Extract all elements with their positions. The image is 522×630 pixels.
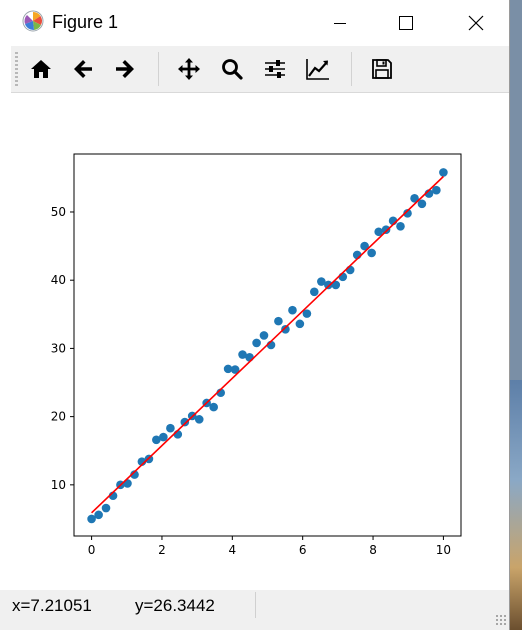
cursor-x-readout: x=7.21051: [12, 596, 92, 615]
toolbar-grip[interactable]: [15, 52, 18, 86]
data-point: [309, 287, 319, 297]
home-button[interactable]: [25, 53, 57, 85]
forward-arrow-icon: [116, 60, 134, 78]
data-point: [252, 338, 261, 348]
x-tick-label: 0: [88, 543, 96, 557]
data-point: [259, 331, 269, 340]
back-button[interactable]: [67, 53, 99, 85]
resize-grip[interactable]: [495, 614, 507, 626]
y-tick-label: 10: [51, 478, 66, 492]
data-point: [439, 168, 448, 177]
y-tick-label: 30: [51, 341, 66, 355]
title-bar[interactable]: Figure 1: [0, 0, 509, 46]
zoom-icon: [222, 59, 243, 80]
x-tick-label: 4: [228, 543, 236, 557]
matplotlib-icon: [22, 10, 44, 32]
data-point: [101, 503, 111, 513]
data-point: [396, 222, 405, 231]
maximize-button[interactable]: [383, 0, 429, 46]
data-point: [209, 402, 218, 412]
data-point: [367, 248, 376, 258]
data-point: [159, 432, 168, 442]
back-arrow-icon: [74, 60, 92, 78]
edit-curve-icon: [306, 59, 329, 80]
y-tick-label: 20: [51, 410, 66, 424]
pan-icon: [178, 58, 200, 80]
toolbar-separator: [351, 52, 352, 86]
customize-button[interactable]: [302, 53, 334, 85]
data-point: [345, 265, 355, 275]
pan-button[interactable]: [173, 53, 205, 85]
data-point: [194, 415, 204, 424]
save-button[interactable]: [366, 53, 398, 85]
status-separator: [255, 592, 256, 618]
x-tick-label: 10: [436, 543, 451, 557]
cursor-y-readout: y=26.3442: [135, 596, 215, 615]
scatter-plot[interactable]: 0 2 4 6 8 10 10 20 30 40 50: [11, 93, 509, 590]
x-tick-label: 2: [158, 543, 166, 557]
data-point: [245, 352, 254, 362]
minimize-button[interactable]: [317, 0, 363, 46]
close-button[interactable]: [453, 0, 499, 46]
forward-button[interactable]: [109, 53, 141, 85]
data-point: [295, 319, 305, 329]
save-icon: [372, 59, 392, 79]
zoom-button[interactable]: [216, 53, 248, 85]
figure-window: Figure 1 0 2 4 6 8 10 10 20 30 40 50 x=7…: [0, 0, 510, 630]
window-title: Figure 1: [52, 12, 119, 32]
y-tick-label: 40: [51, 273, 66, 287]
figure-canvas[interactable]: 0 2 4 6 8 10 10 20 30 40 50: [11, 93, 509, 590]
x-tick-label: 8: [369, 543, 377, 557]
subplots-config-icon: [265, 60, 285, 78]
subplots-button[interactable]: [259, 53, 291, 85]
toolbar-separator: [158, 52, 159, 86]
x-tick-label: 6: [299, 543, 307, 557]
data-point: [381, 225, 391, 235]
data-point: [94, 510, 103, 520]
minimize-icon: [334, 23, 346, 24]
data-point: [180, 417, 190, 427]
y-tick-label: 50: [51, 205, 66, 219]
data-point: [288, 305, 297, 315]
data-point: [166, 423, 175, 433]
navigation-toolbar: [11, 46, 509, 93]
data-point: [324, 280, 333, 290]
data-point: [274, 316, 283, 326]
maximize-icon: [399, 16, 413, 30]
fit-line: [91, 175, 444, 514]
home-icon: [31, 60, 51, 78]
close-icon: [468, 15, 484, 31]
status-bar: x=7.21051 y=26.3442: [0, 590, 509, 630]
desktop-background: [510, 380, 522, 630]
